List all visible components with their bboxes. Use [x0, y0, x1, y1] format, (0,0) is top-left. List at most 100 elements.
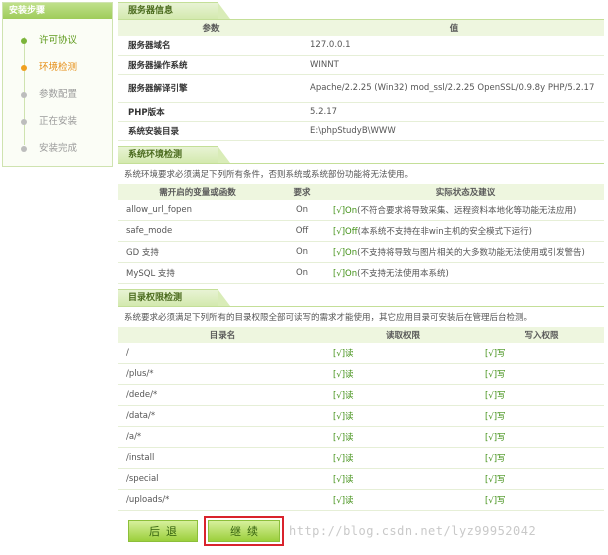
step-label: 环境检测: [39, 62, 78, 73]
dir-row: /install [√]读 [√]写: [118, 447, 604, 469]
write-perm: [√]写: [479, 426, 604, 448]
write-perm: [√]写: [479, 405, 604, 427]
server-key: 服务器解译引擎: [118, 74, 304, 103]
dir-row: /uploads/* [√]读 [√]写: [118, 489, 604, 511]
dir-perm-note: 系统要求必须满足下列所有的目录权限全部可读写的需求才能使用，其它应用目录可安装后…: [124, 312, 533, 323]
steps-list: 许可协议 环境检测 参数配置 正在安装 安装完成: [3, 27, 112, 162]
dir-row: / [√]读 [√]写: [118, 342, 604, 364]
env-status: [√]On(不符合要求将导致采集、远程资料本地化等功能无法应用): [327, 199, 604, 221]
read-perm: [√]读: [327, 489, 479, 511]
status-ok: [√]On: [333, 205, 358, 216]
env-req: On: [277, 241, 327, 263]
status-ok: [√]On: [333, 268, 358, 279]
step-dot-icon: [21, 119, 27, 125]
dir-path: /data/*: [118, 405, 327, 427]
continue-button[interactable]: 继续: [208, 520, 280, 542]
step-label: 参数配置: [39, 89, 78, 100]
dir-row: /data/* [√]读 [√]写: [118, 405, 604, 427]
read-perm: [√]读: [327, 426, 479, 448]
col-dir-header: 目录名: [118, 326, 327, 343]
dir-perm-heading: 目录权限检测: [118, 288, 230, 306]
env-item: GD 支持: [118, 241, 277, 263]
read-perm: [√]读: [327, 384, 479, 406]
status-ok: [√]Off: [333, 226, 358, 237]
step-dot-icon: [21, 146, 27, 152]
env-req: On: [277, 199, 327, 221]
dir-perm-table: 目录名 读取权限 写入权限 / [√]读 [√]写 /plus/* [√]读 [√]写 …: [118, 326, 604, 511]
read-perm: [√]读: [327, 468, 479, 490]
write-perm: [√]写: [479, 342, 604, 364]
write-perm: [√]写: [479, 363, 604, 385]
dir-path: /special: [118, 468, 327, 490]
server-key: 服务器操作系统: [118, 55, 304, 75]
server-value: E:\phpStudyB\WWW: [304, 121, 604, 141]
env-status: [√]On(不支持无法使用本系统): [327, 262, 604, 284]
step-dot-icon: [21, 65, 27, 71]
dir-path: /: [118, 342, 327, 364]
dir-path: /plus/*: [118, 363, 327, 385]
env-req: Off: [277, 220, 327, 242]
env-item: allow_url_fopen: [118, 199, 277, 221]
env-req: On: [277, 262, 327, 284]
server-info-heading: 服务器信息: [118, 2, 230, 19]
back-button[interactable]: 后退: [128, 520, 198, 542]
step-dot-icon: [21, 38, 27, 44]
step-label: 安装完成: [39, 143, 78, 154]
col-read-header: 读取权限: [327, 326, 479, 343]
server-key: 服务器域名: [118, 36, 304, 56]
watermark-text: http://blog.csdn.net/lyz99952042: [289, 524, 537, 538]
read-perm: [√]读: [327, 363, 479, 385]
write-perm: [√]写: [479, 468, 604, 490]
step-config: 参数配置: [3, 81, 112, 108]
server-info-table: 参数值 服务器域名 127.0.0.1 服务器操作系统 WINNT 服务器解译引擎 A…: [118, 20, 604, 141]
step-complete: 安装完成: [3, 135, 112, 162]
step-dot-icon: [21, 92, 27, 98]
col-status-header: 实际状态及建议: [327, 183, 604, 200]
server-key: PHP版本: [118, 102, 304, 122]
dir-path: /uploads/*: [118, 489, 327, 511]
col-param-header: 参数: [118, 20, 304, 36]
install-steps-sidebar: 安装步骤 许可协议 环境检测 参数配置 正在安装 安装完成: [2, 2, 113, 167]
col-req-header: 要求: [277, 183, 327, 200]
col-item-header: 需开启的变量或函数: [118, 183, 277, 200]
read-perm: [√]读: [327, 405, 479, 427]
step-label: 许可协议: [39, 35, 78, 46]
sidebar-title: 安装步骤: [3, 3, 112, 19]
dir-row: /dede/* [√]读 [√]写: [118, 384, 604, 406]
env-status: [√]Off(本系统不支持在非win主机的安全模式下运行): [327, 220, 604, 242]
env-item: safe_mode: [118, 220, 277, 242]
main-content: 服务器信息 参数值 服务器域名 127.0.0.1 服务器操作系统 WINNT 服务…: [118, 2, 604, 511]
env-item: MySQL 支持: [118, 262, 277, 284]
dir-path: /a/*: [118, 426, 327, 448]
write-perm: [√]写: [479, 384, 604, 406]
step-license: 许可协议: [3, 27, 112, 54]
col-value-header: 值: [304, 20, 604, 36]
env-check-table: 需开启的变量或函数 要求 实际状态及建议 allow_url_fopen On [√…: [118, 183, 604, 284]
dir-path: /dede/*: [118, 384, 327, 406]
server-value: 5.2.17: [304, 102, 604, 122]
env-status: [√]On(不支持将导致与图片相关的大多数功能无法使用或引发警告): [327, 241, 604, 263]
step-label: 正在安装: [39, 116, 78, 127]
dir-row: /a/* [√]读 [√]写: [118, 426, 604, 448]
env-check-heading: 系统环境检测: [118, 145, 230, 163]
status-advice: (不符合要求将导致采集、远程资料本地化等功能无法应用): [357, 205, 577, 216]
status-advice: (不支持无法使用本系统): [357, 268, 449, 279]
server-key: 系统安装目录: [118, 121, 304, 141]
dir-path: /install: [118, 447, 327, 469]
status-ok: [√]On: [333, 247, 358, 258]
server-value: 127.0.0.1: [304, 36, 604, 56]
step-installing: 正在安装: [3, 108, 112, 135]
env-check-note: 系统环境要求必须满足下列所有条件，否则系统或系统部份功能将无法使用。: [124, 169, 414, 180]
dir-row: /plus/* [√]读 [√]写: [118, 363, 604, 385]
status-advice: (本系统不支持在非win主机的安全模式下运行): [357, 226, 532, 237]
server-value: WINNT: [304, 55, 604, 75]
write-perm: [√]写: [479, 489, 604, 511]
col-write-header: 写入权限: [479, 326, 604, 343]
write-perm: [√]写: [479, 447, 604, 469]
dir-row: /special [√]读 [√]写: [118, 468, 604, 490]
step-env-check: 环境检测: [3, 54, 112, 81]
server-value: Apache/2.2.25 (Win32) mod_ssl/2.2.25 Ope…: [304, 74, 604, 103]
status-advice: (不支持将导致与图片相关的大多数功能无法使用或引发警告): [357, 247, 585, 258]
read-perm: [√]读: [327, 342, 479, 364]
read-perm: [√]读: [327, 447, 479, 469]
